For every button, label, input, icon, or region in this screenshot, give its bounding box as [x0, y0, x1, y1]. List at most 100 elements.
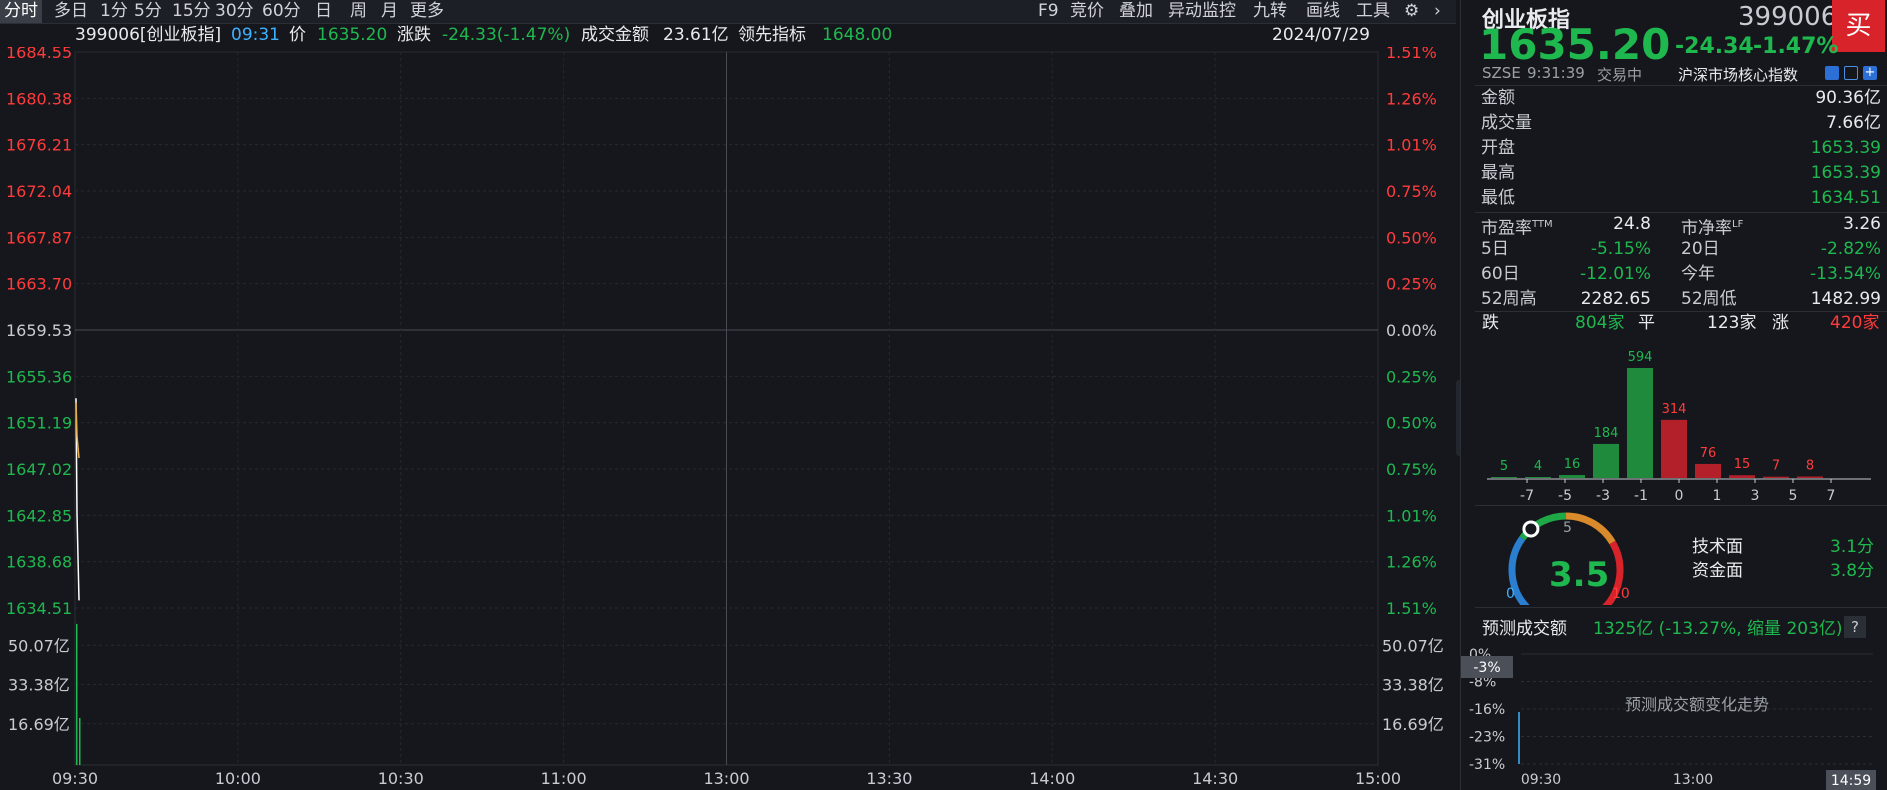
- code-name: 399006[创业板指]: [75, 25, 222, 45]
- distribution-axis-label: 3: [1751, 488, 1760, 504]
- price-tick-label: 1634.51: [6, 599, 72, 618]
- chart-info-line: 399006[创业板指] 09:31 价 1635.20 涨跌 -24.33(-…: [0, 23, 1380, 48]
- gauge-mid-label: 5: [1563, 520, 1572, 536]
- buy-button[interactable]: 买: [1832, 0, 1885, 52]
- period-tab[interactable]: 60分: [258, 0, 305, 23]
- help-icon[interactable]: ?: [1844, 616, 1866, 638]
- distribution-bar-label: 184: [1594, 426, 1619, 441]
- distribution-axis-label: 5: [1789, 488, 1798, 504]
- quote-row-label: 5日: [1481, 239, 1509, 259]
- quote-pair-row: 60日 -12.01% 今年 -13.54%: [1481, 262, 1881, 287]
- time-tick-label: 15:00: [1355, 769, 1401, 788]
- edit-icon[interactable]: [1825, 66, 1839, 80]
- period-toolbar: 分时 多日 1分 5分 15分 30分 60分日周月更多 F9 竞价 叠加 异动监控 九转 画线 工具 ⚙ ›: [0, 0, 1456, 24]
- distribution-bar-label: 4: [1534, 459, 1542, 474]
- index-code: 399006: [1738, 2, 1838, 32]
- quote-row: 成交量 7.66亿: [1481, 111, 1881, 136]
- add-icon[interactable]: +: [1863, 66, 1877, 80]
- time-tick-label: 11:00: [541, 769, 587, 788]
- gauge-max-label: 10: [1612, 586, 1630, 602]
- price-tick-label: 1659.53: [6, 321, 72, 340]
- quote-row-label: 最高: [1481, 163, 1515, 183]
- cursor-time: 09:31: [231, 25, 280, 45]
- quote-row-value: -13.54%: [1810, 264, 1881, 284]
- toolbar-item[interactable]: 叠加: [1115, 0, 1157, 23]
- lead-value: 1648.00: [822, 25, 893, 45]
- toolbar-item[interactable]: 画线: [1302, 0, 1344, 23]
- distribution-bar: [1661, 419, 1687, 478]
- toolbar-item[interactable]: 工具: [1352, 0, 1394, 23]
- period-tab[interactable]: 多日: [50, 0, 92, 23]
- distribution-bar: [1729, 475, 1755, 478]
- gauge-min-label: 0: [1506, 586, 1515, 602]
- up-label: 涨: [1772, 313, 1789, 333]
- distribution-bar-label: 8: [1806, 459, 1814, 474]
- period-tab[interactable]: 周: [346, 0, 371, 23]
- forecast-value: 1325亿 (-13.27%, 缩量 203亿): [1593, 619, 1843, 639]
- chart-date: 2024/07/29: [1272, 25, 1370, 45]
- price-tick-label: 1667.87: [6, 228, 72, 247]
- quote-row-label: 60日: [1481, 264, 1520, 284]
- price-tick-label: 1647.02: [6, 460, 72, 479]
- distribution-bar: [1559, 475, 1585, 478]
- toolbar-item[interactable]: F9: [1034, 0, 1063, 23]
- breadth-row: 跌 804家 平 123家 涨 420家: [1482, 311, 1882, 336]
- period-tab[interactable]: 日: [311, 0, 336, 23]
- period-tab[interactable]: 30分: [211, 0, 258, 23]
- quote-panel: 创业板指 399006 买 1635.20 -24.34 -1.47% SZSE…: [1460, 0, 1887, 790]
- quote-row-value: 1482.99: [1810, 289, 1881, 309]
- time-tick-label: 13:00: [703, 769, 749, 788]
- settings-icon[interactable]: ⚙: [1400, 0, 1423, 23]
- score-value: 3.5: [1549, 555, 1610, 595]
- down-count: 804家: [1575, 313, 1625, 333]
- period-tab[interactable]: 月: [377, 0, 402, 23]
- trade-status: 交易中: [1597, 66, 1643, 84]
- pct-tick-label: 1.26%: [1386, 553, 1437, 572]
- period-tab[interactable]: 分时: [0, 0, 42, 23]
- forecast-y-label: -31%: [1469, 757, 1505, 773]
- distribution-axis-label: -7: [1520, 488, 1534, 504]
- quote-row-value: 1653.39: [1810, 163, 1881, 183]
- volume-tick-label: 16.69亿: [1382, 715, 1444, 734]
- pct-tick-label: 0.75%: [1386, 460, 1437, 479]
- period-tab[interactable]: 更多: [406, 0, 448, 23]
- quote-row: 最高 1653.39: [1481, 161, 1881, 186]
- forecast-end-time: 14:59: [1831, 773, 1871, 789]
- period-tab[interactable]: 5分: [130, 0, 166, 23]
- time-tick-label: 14:00: [1029, 769, 1075, 788]
- toolbar-item[interactable]: 异动监控: [1164, 0, 1240, 23]
- flat-label: 平: [1638, 313, 1655, 333]
- distribution-bar-label: 314: [1662, 402, 1687, 417]
- distribution-bar: [1763, 476, 1789, 478]
- volume-tick-label: 33.38亿: [8, 676, 70, 695]
- price-tick-label: 1663.70: [6, 275, 72, 294]
- index-category: 沪深市场核心指数: [1678, 66, 1799, 84]
- quote-row: 最低 1634.51: [1481, 186, 1881, 211]
- pct-tick-label: 0.50%: [1386, 228, 1437, 247]
- quote-row-label: 52周高: [1481, 289, 1537, 309]
- quote-change-pct: -1.47%: [1753, 34, 1839, 59]
- exchange: SZSE: [1482, 64, 1521, 82]
- price-label: 价: [289, 25, 306, 45]
- quote-row-label: 52周低: [1681, 289, 1737, 309]
- period-tab[interactable]: 15分: [168, 0, 215, 23]
- quote-change: -24.34: [1675, 34, 1754, 59]
- toolbar-item[interactable]: 竞价: [1066, 0, 1108, 23]
- forecast-chart-title: 预测成交额变化走势: [1625, 695, 1769, 714]
- forecast-current-badge-text: -3%: [1473, 660, 1500, 676]
- quote-row-label: 开盘: [1481, 138, 1515, 158]
- change-value: -24.33(-1.47%): [442, 25, 571, 45]
- distribution-axis-label: 7: [1827, 488, 1836, 504]
- price-tick-label: 1655.36: [6, 367, 72, 386]
- forecast-x-label: 09:30: [1521, 772, 1561, 788]
- period-tab[interactable]: 1分: [96, 0, 132, 23]
- window-icon[interactable]: [1844, 66, 1858, 80]
- forecast-x-label: 13:00: [1673, 772, 1713, 788]
- distribution-bar: [1627, 368, 1653, 478]
- toolbar-item[interactable]: 九转: [1249, 0, 1291, 23]
- price-value: 1635.20: [317, 25, 388, 45]
- fund-score: 3.8分: [1830, 561, 1875, 581]
- down-label: 跌: [1482, 313, 1499, 333]
- intraday-chart[interactable]: 1684.55 1.51% 1680.38 1.26% 1676.21 1.01% 1672…: [0, 47, 1456, 790]
- dropdown-arrow-icon[interactable]: ›: [1430, 0, 1445, 23]
